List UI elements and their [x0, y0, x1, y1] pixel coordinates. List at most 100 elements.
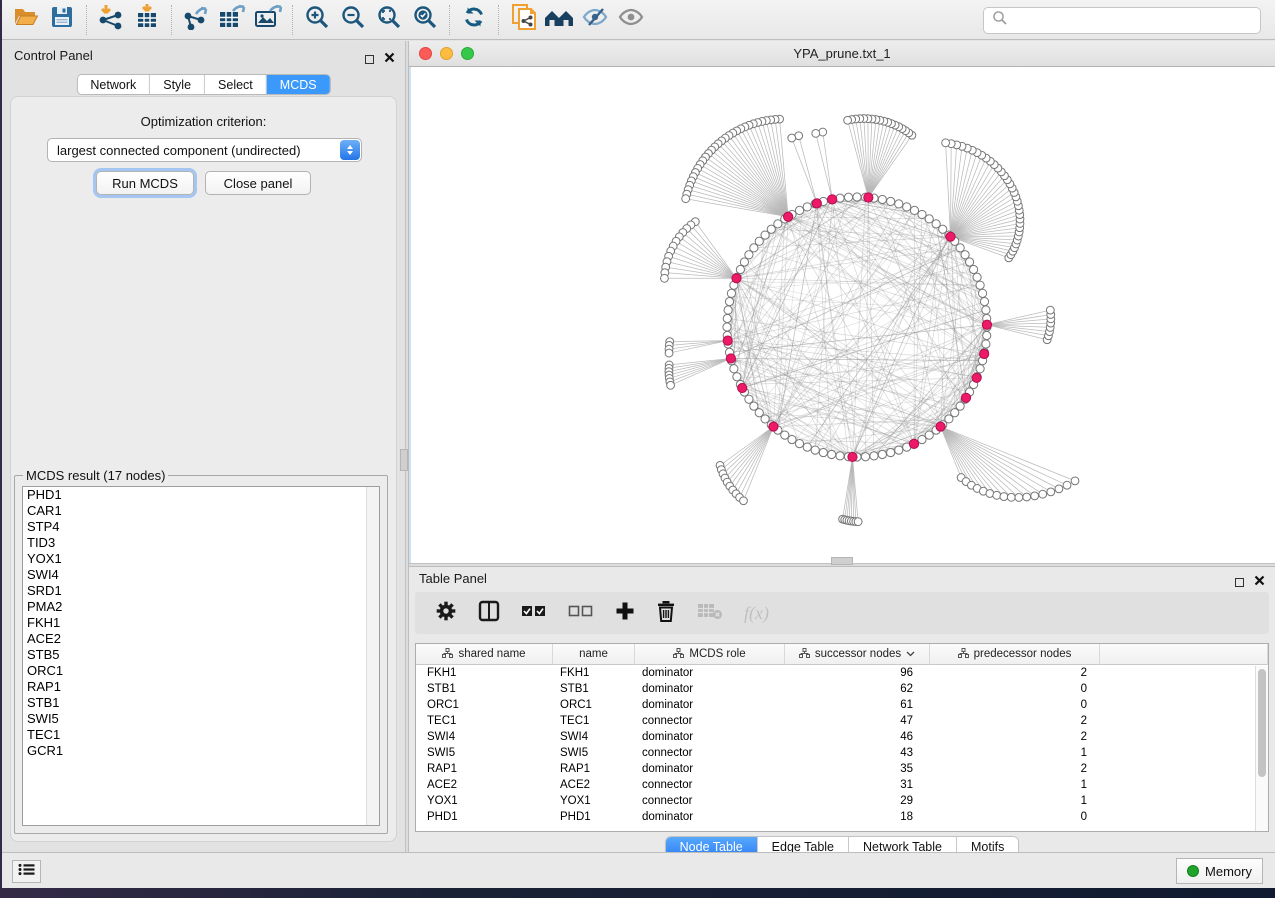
mcds-result-item[interactable]: GCR1 — [23, 743, 379, 759]
close-panel-icon[interactable] — [1254, 573, 1265, 591]
search-input[interactable] — [1014, 13, 1252, 28]
refresh-button[interactable] — [456, 4, 492, 36]
export-image-button[interactable] — [250, 4, 286, 36]
hub-node[interactable] — [726, 354, 735, 363]
task-history-button[interactable] — [12, 860, 41, 883]
export-table-icon — [217, 4, 247, 35]
column-header-name[interactable]: name — [553, 644, 635, 665]
mcds-result-item[interactable]: CAR1 — [23, 503, 379, 519]
mcds-result-item[interactable]: ORC1 — [23, 663, 379, 679]
hub-node[interactable] — [769, 422, 778, 431]
save-session-button[interactable] — [44, 4, 80, 36]
hub-node[interactable] — [738, 383, 747, 392]
mcds-result-item[interactable]: STB5 — [23, 647, 379, 663]
clone-network-button[interactable] — [505, 4, 541, 36]
mcds-result-item[interactable]: FKH1 — [23, 615, 379, 631]
table-row[interactable]: ORC1ORC1dominator610 — [416, 697, 1268, 713]
hub-node[interactable] — [848, 452, 857, 461]
mcds-result-item[interactable]: PHD1 — [23, 487, 379, 503]
scrollbar-thumb[interactable] — [1258, 669, 1266, 777]
mcds-result-item[interactable]: YOX1 — [23, 551, 379, 567]
column-header-MCDS-role[interactable]: MCDS role — [635, 644, 785, 665]
zoom-in-button[interactable] — [299, 4, 335, 36]
column-header-shared-name[interactable]: shared name — [416, 644, 553, 665]
mcds-result-item[interactable]: STB1 — [23, 695, 379, 711]
table-cell: 1 — [930, 777, 1100, 793]
hub-node[interactable] — [980, 349, 989, 358]
hub-node[interactable] — [961, 393, 970, 402]
hub-node[interactable] — [732, 274, 741, 283]
table-row[interactable]: SWI4SWI4dominator462 — [416, 729, 1268, 745]
hub-node[interactable] — [828, 195, 837, 204]
table-row[interactable]: ACE2ACE2connector311 — [416, 777, 1268, 793]
hub-node[interactable] — [812, 199, 821, 208]
zoom-selected-button[interactable] — [407, 4, 443, 36]
float-panel-icon[interactable] — [1235, 578, 1244, 587]
import-network-button[interactable] — [93, 4, 129, 36]
close-panel-button[interactable]: Close panel — [205, 171, 311, 195]
mcds-result-item[interactable]: RAP1 — [23, 679, 379, 695]
table-cell: 46 — [785, 729, 930, 745]
memory-button[interactable]: Memory — [1176, 858, 1263, 884]
refresh-icon — [461, 4, 487, 35]
column-header-successor-nodes[interactable]: successor nodes — [785, 644, 930, 665]
export-network-button[interactable] — [178, 4, 214, 36]
add-column-button[interactable] — [615, 601, 635, 626]
splitter-grip[interactable] — [400, 449, 408, 471]
import-table-button[interactable] — [129, 4, 165, 36]
table-row[interactable]: STB1STB1dominator620 — [416, 681, 1268, 697]
hub-node[interactable] — [784, 212, 793, 221]
criterion-select[interactable]: largest connected component (undirected) — [47, 138, 362, 162]
table-row[interactable]: RAP1RAP1dominator352 — [416, 761, 1268, 777]
deselect-all-button[interactable] — [568, 604, 594, 623]
network-canvas[interactable] — [409, 67, 1275, 563]
table-row[interactable]: YOX1YOX1connector291 — [416, 793, 1268, 809]
table-row[interactable]: TEC1TEC1connector472 — [416, 713, 1268, 729]
mcds-result-item[interactable]: PMA2 — [23, 599, 379, 615]
mcds-result-item[interactable]: SWI5 — [23, 711, 379, 727]
delete-column-button[interactable] — [656, 600, 676, 627]
hub-node[interactable] — [723, 336, 732, 345]
first-neighbors-button[interactable] — [541, 4, 577, 36]
mcds-result-item[interactable]: TID3 — [23, 535, 379, 551]
mcds-result-item[interactable]: STP4 — [23, 519, 379, 535]
search-box[interactable] — [983, 7, 1261, 34]
mcds-result-item[interactable]: TEC1 — [23, 727, 379, 743]
hub-node[interactable] — [982, 320, 991, 329]
tab-mcds[interactable]: MCDS — [266, 75, 330, 94]
network-titlebar[interactable]: YPA_prune.txt_1 — [409, 41, 1275, 67]
hub-node[interactable] — [864, 193, 873, 202]
zoom-fit-button[interactable] — [371, 4, 407, 36]
hub-node[interactable] — [936, 422, 945, 431]
splitter-grip[interactable] — [831, 557, 853, 565]
export-table-button[interactable] — [214, 4, 250, 36]
tab-select[interactable]: Select — [204, 75, 266, 94]
hide-selected-button[interactable] — [577, 4, 613, 36]
mcds-result-list[interactable]: PHD1CAR1STP4TID3YOX1SWI4SRD1PMA2FKH1ACE2… — [22, 486, 380, 826]
column-header-predecessor-nodes[interactable]: predecessor nodes — [930, 644, 1100, 665]
float-panel-icon[interactable] — [365, 55, 374, 64]
mcds-result-item[interactable]: SWI4 — [23, 567, 379, 583]
mcds-result-item[interactable]: SRD1 — [23, 583, 379, 599]
zoom-out-button[interactable] — [335, 4, 371, 36]
network-graph[interactable] — [411, 67, 1275, 563]
table-row[interactable]: PHD1PHD1dominator180 — [416, 809, 1268, 825]
table-cell: 1 — [930, 793, 1100, 809]
close-panel-icon[interactable] — [384, 50, 395, 68]
tab-network[interactable]: Network — [77, 75, 149, 94]
show-all-button[interactable] — [613, 4, 649, 36]
hub-node[interactable] — [909, 439, 918, 448]
table-row[interactable]: FKH1FKH1dominator962 — [416, 665, 1268, 681]
hub-node[interactable] — [972, 373, 981, 382]
table-settings-button[interactable] — [435, 600, 457, 627]
open-file-button[interactable] — [8, 4, 44, 36]
table-scrollbar[interactable] — [1255, 666, 1268, 831]
mcds-list-scrollbar[interactable] — [366, 487, 379, 825]
mcds-result-item[interactable]: ACE2 — [23, 631, 379, 647]
select-all-button[interactable] — [521, 604, 547, 623]
table-row[interactable]: SWI5SWI5connector431 — [416, 745, 1268, 761]
show-columns-button[interactable] — [478, 600, 500, 627]
tab-style[interactable]: Style — [149, 75, 204, 94]
run-mcds-button[interactable]: Run MCDS — [96, 171, 194, 195]
hub-node[interactable] — [946, 232, 955, 241]
